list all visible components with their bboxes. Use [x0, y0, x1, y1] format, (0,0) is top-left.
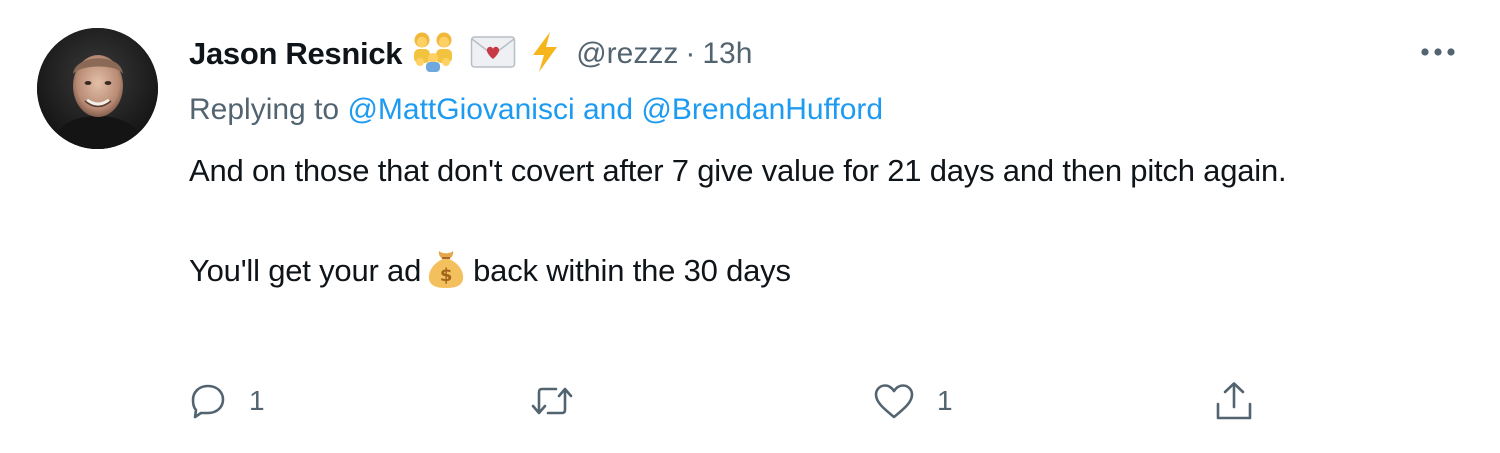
- more-horizontal-icon: [1421, 48, 1455, 56]
- name-badges: [410, 31, 560, 78]
- reply-icon: [191, 384, 225, 419]
- family-icon: [410, 31, 456, 78]
- replying-conjunction: and: [582, 93, 634, 126]
- avatar-photo: [37, 28, 158, 149]
- heart-icon: [874, 384, 914, 419]
- author-handle[interactable]: @rezzz: [576, 37, 678, 71]
- tweet-text-segment: You'll get your ad: [189, 253, 422, 288]
- tweet-header: Jason Resnick @rezzz · 13h: [189, 30, 752, 78]
- like-button[interactable]: 1: [873, 378, 953, 424]
- retweet-button[interactable]: [530, 378, 596, 424]
- share-button[interactable]: [1214, 378, 1254, 424]
- lightning-icon: [530, 31, 560, 78]
- reply-button[interactable]: 1: [189, 378, 265, 424]
- more-options-button[interactable]: [1414, 38, 1462, 66]
- tweet[interactable]: Jason Resnick @rezzz · 13h Replying to @…: [0, 0, 1500, 453]
- share-icon: [1216, 382, 1252, 420]
- tweet-text-segment: back within the 30 days: [473, 253, 791, 288]
- mention-link[interactable]: @MattGiovanisci: [347, 93, 574, 126]
- reply-count: 1: [249, 385, 265, 416]
- tweet-text-line: You'll get your ad $ back within the 30 …: [189, 246, 1429, 304]
- author-name[interactable]: Jason Resnick: [189, 36, 403, 72]
- love-letter-icon: [470, 35, 516, 74]
- tweet-text: And on those that don't covert after 7 g…: [189, 146, 1429, 304]
- replying-prefix: Replying to: [189, 93, 340, 126]
- avatar[interactable]: [37, 28, 158, 149]
- like-count: 1: [937, 385, 953, 416]
- tweet-time[interactable]: 13h: [702, 37, 752, 71]
- money-bag-icon: $: [425, 247, 467, 304]
- mention-link[interactable]: @BrendanHufford: [641, 93, 883, 126]
- replying-to: Replying to @MattGiovanisci and @Brendan…: [189, 93, 883, 127]
- retweet-icon: [531, 387, 573, 415]
- separator-dot: ·: [685, 37, 696, 70]
- tweet-actions: 1 1: [0, 378, 1500, 424]
- tweet-text-line: And on those that don't covert after 7 g…: [189, 153, 1287, 188]
- svg-text:$: $: [440, 265, 452, 286]
